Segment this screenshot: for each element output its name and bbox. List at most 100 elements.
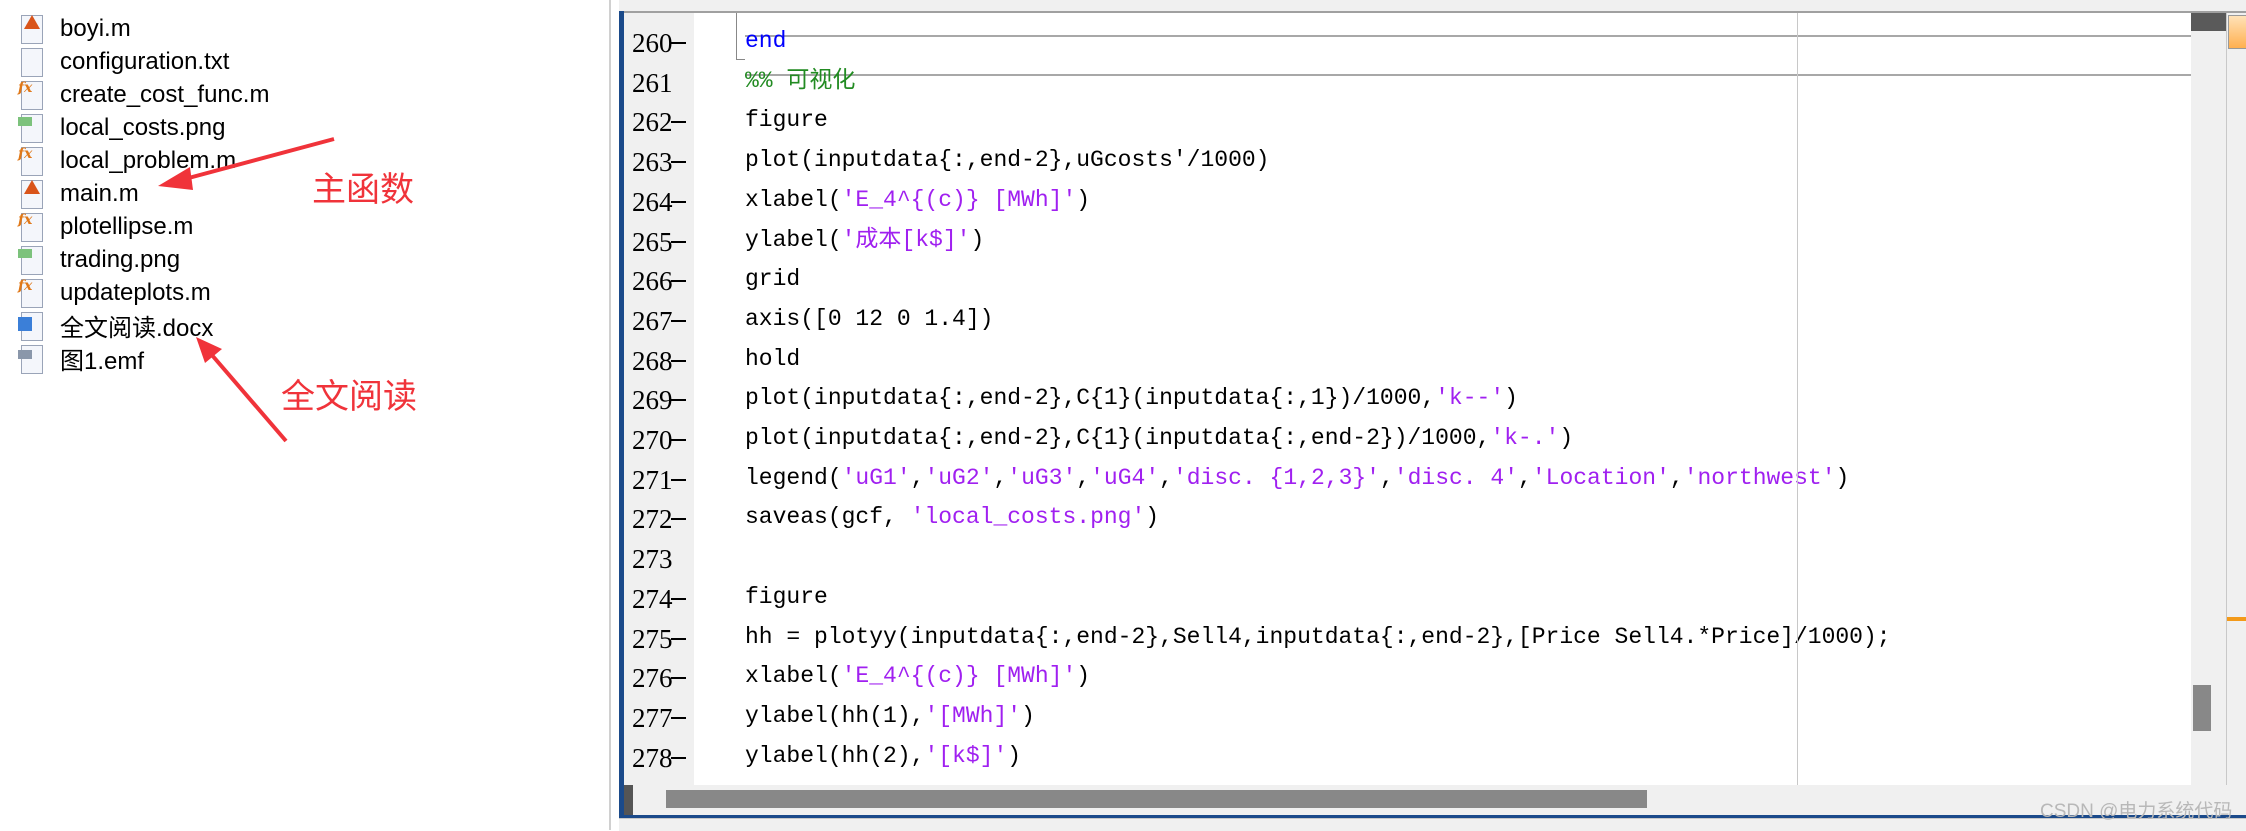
line-number-row[interactable]: 265 (624, 222, 694, 262)
code-token-text: , (993, 464, 1008, 491)
line-number: 273 (632, 544, 673, 575)
breakpoint-dash[interactable] (671, 439, 686, 441)
warning-marker[interactable] (2227, 617, 2246, 621)
line-number-row[interactable]: 274 (624, 579, 694, 619)
breakpoint-dash[interactable] (671, 240, 686, 243)
code-line[interactable]: ylabel('成本[k$]') (745, 220, 984, 260)
code-token-string: '[k$]' (924, 742, 1008, 769)
scrollbar-top-marker (2191, 13, 2226, 31)
code-token-text: legend( (745, 464, 842, 491)
line-number-row[interactable]: 271 (624, 460, 694, 500)
code-token-comment: %% 可视化 (745, 67, 856, 94)
code-token-string: 'Location' (1531, 464, 1670, 491)
code-line[interactable]: legend('uG1','uG2','uG3','uG4','disc. {1… (745, 458, 1849, 498)
breakpoint-dash[interactable] (671, 42, 686, 44)
line-number: 268 (632, 345, 673, 376)
vertical-scroll-thumb[interactable] (2193, 685, 2211, 731)
code-token-text: , (1518, 464, 1532, 491)
line-number: 271 (632, 464, 673, 495)
code-line[interactable]: end (745, 21, 786, 61)
line-number-row[interactable]: 263 (624, 142, 694, 182)
line-number-row[interactable]: 273 (624, 539, 694, 579)
code-token-string: 'uG4' (1090, 464, 1160, 491)
breakpoint-dash[interactable] (671, 161, 686, 164)
code-token-string: 'uG2' (924, 464, 994, 491)
code-line[interactable]: xlabel('E_4^{(c)} [MWh]') (745, 656, 1090, 696)
code-line[interactable]: %% 可视化 (745, 61, 855, 101)
breakpoint-dash[interactable] (671, 756, 686, 759)
breakpoint-dash[interactable] (671, 359, 686, 362)
code-line[interactable]: saveas(gcf, 'local_costs.png') (745, 497, 1159, 537)
code-token-text: ) (970, 226, 985, 253)
code-token-text: hh = plotyy(inputdata{:,end-2},Sell4,inp… (745, 623, 1891, 650)
line-number-row[interactable]: 264 (624, 182, 694, 222)
line-number-row[interactable]: 275 (624, 619, 694, 659)
line-number: 261 (632, 67, 673, 98)
code-token-string: 'disc. {1,2,3}' (1172, 464, 1380, 491)
code-line[interactable]: plot(inputdata{:,end-2},C{1}(inputdata{:… (745, 378, 1518, 418)
line-number-row[interactable]: 277 (624, 698, 694, 738)
code-analyzer-status-icon[interactable] (2228, 15, 2246, 49)
breakpoint-dash[interactable] (671, 200, 686, 203)
line-number-row[interactable]: 278 (624, 738, 694, 778)
line-number: 260 (632, 28, 673, 58)
code-token-text: figure (745, 107, 828, 134)
scrollbar-left-edge (624, 785, 633, 815)
line-number-row[interactable]: 270 (624, 420, 694, 460)
breakpoint-dash[interactable] (671, 677, 686, 680)
code-token-text: xlabel( (745, 186, 842, 213)
line-number: 270 (632, 425, 673, 455)
code-token-string: 'northwest' (1683, 464, 1836, 491)
line-number-row[interactable]: 262 (624, 102, 694, 142)
line-number-row[interactable]: 267 (624, 301, 694, 341)
breakpoint-dash[interactable] (671, 478, 686, 481)
breakpoint-dash[interactable] (671, 319, 686, 322)
line-number: 276 (632, 663, 673, 694)
line-number-row[interactable]: 272 (624, 499, 694, 539)
breakpoint-dash[interactable] (671, 716, 686, 719)
code-token-string: 'disc. 4' (1393, 464, 1519, 491)
line-number-row[interactable]: 261 (624, 63, 694, 103)
watermark: CSDN @电力系统代码 (2040, 801, 2233, 822)
line-number-row[interactable]: 268 (624, 341, 694, 381)
fold-bracket[interactable] (736, 13, 745, 60)
right-margin-line (1797, 13, 1798, 785)
code-line[interactable]: figure (745, 100, 828, 140)
code-line[interactable]: hold (745, 339, 800, 379)
code-editor: 260 261 262 263 264 265 266 267 268 269 270 271 272 2… (619, 0, 2246, 831)
code-token-string: 'local_costs.png' (910, 504, 1146, 531)
code-token-text: , (1159, 464, 1173, 491)
status-bar (619, 818, 2246, 831)
code-line[interactable]: ylabel(hh(2),'[k$]') (745, 736, 1021, 776)
breakpoint-dash[interactable] (671, 637, 686, 640)
line-number: 263 (632, 147, 673, 178)
breakpoint-dash[interactable] (671, 399, 686, 402)
line-number-row[interactable]: 266 (624, 261, 694, 301)
code-token-text: axis([0 12 0 1.4]) (745, 305, 994, 332)
code-line[interactable]: xlabel('E_4^{(c)} [MWh]') (745, 180, 1090, 220)
vertical-scrollbar[interactable] (2191, 13, 2227, 785)
code-line[interactable]: plot(inputdata{:,end-2},C{1}(inputdata{:… (745, 418, 1573, 458)
message-bar (2227, 13, 2246, 815)
code-line[interactable]: grid (745, 259, 800, 299)
code-token-text: ylabel(hh(2), (745, 742, 925, 769)
code-token-text: ) (1076, 186, 1091, 213)
breakpoint-dash[interactable] (671, 597, 686, 600)
code-line[interactable]: ylabel(hh(1),'[MWh]') (745, 696, 1035, 736)
line-number: 275 (632, 623, 673, 654)
code-line[interactable]: figure (745, 577, 828, 617)
code-area[interactable]: end %% 可视化 figure plot(inputdata{:,end-2},u… (694, 13, 2191, 785)
code-line[interactable]: axis([0 12 0 1.4]) (745, 299, 993, 339)
breakpoint-dash[interactable] (671, 121, 686, 124)
line-number-row[interactable]: 269 (624, 380, 694, 420)
code-line[interactable]: plot(inputdata{:,end-2},uGcosts'/1000) (745, 140, 1270, 180)
horizontal-scroll-thumb[interactable] (666, 790, 1647, 808)
line-number-row[interactable]: 260 (624, 23, 694, 63)
code-token-text: ) (1076, 663, 1091, 690)
code-token-string: 'uG1' (841, 464, 911, 491)
line-number-row[interactable]: 276 (624, 658, 694, 698)
code-line[interactable]: hh = plotyy(inputdata{:,end-2},Sell4,inp… (745, 617, 1891, 657)
breakpoint-dash[interactable] (671, 518, 686, 521)
breakpoint-dash[interactable] (671, 280, 686, 283)
line-number: 274 (632, 583, 673, 614)
